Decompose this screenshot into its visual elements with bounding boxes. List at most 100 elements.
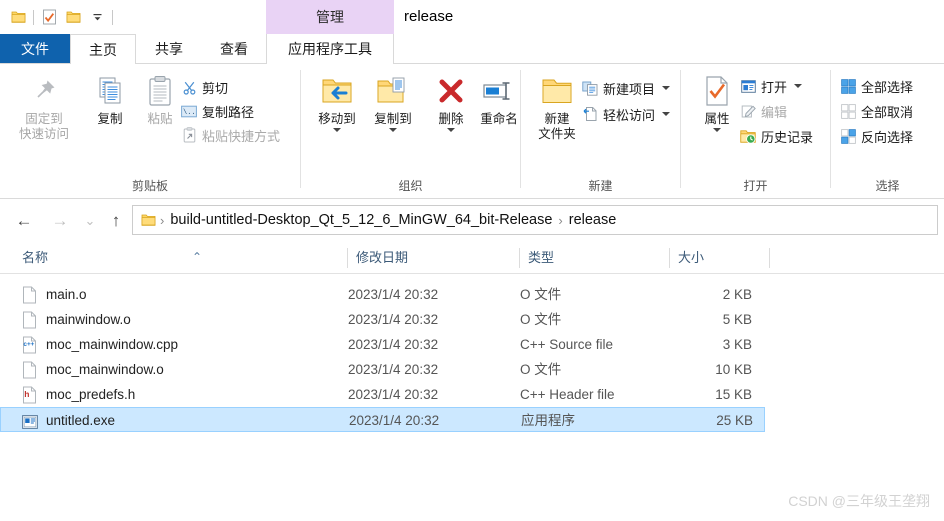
tab-share[interactable]: 共享 bbox=[136, 34, 202, 64]
tab-home[interactable]: 主页 bbox=[70, 34, 136, 65]
open-label: 打开 bbox=[761, 79, 788, 95]
file-date-cell: 2023/1/4 20:32 bbox=[349, 413, 440, 428]
paste-shortcut-button[interactable]: 粘贴快捷方式 bbox=[180, 124, 280, 146]
generic-file-icon bbox=[22, 361, 38, 379]
properties-chevron-down-icon[interactable] bbox=[713, 128, 721, 132]
pin-to-quick-access-button[interactable]: 固定到 快速访问 bbox=[12, 70, 76, 142]
pin-icon bbox=[12, 70, 76, 112]
pin-label-line1: 固定到 bbox=[25, 112, 63, 126]
select-none-label: 全部取消 bbox=[861, 104, 914, 120]
file-name-label: moc_predefs.h bbox=[46, 387, 136, 402]
scissors-icon bbox=[180, 78, 198, 96]
cut-button[interactable]: 剪切 bbox=[180, 76, 228, 98]
file-name-cell[interactable]: main.o bbox=[22, 282, 87, 307]
file-name-cell[interactable]: untitled.exe bbox=[22, 408, 115, 433]
quick-access-toolbar[interactable] bbox=[6, 0, 116, 34]
tab-app-tools[interactable]: 应用程序工具 bbox=[266, 34, 394, 65]
file-size-cell: 15 KB bbox=[715, 387, 752, 402]
properties-icon[interactable] bbox=[37, 5, 61, 29]
copy-to-chevron-down-icon[interactable] bbox=[389, 128, 397, 132]
new-item-icon bbox=[581, 79, 599, 97]
table-row[interactable]: c++ moc_mainwindow.cpp 2023/1/4 20:32 C+… bbox=[0, 332, 944, 357]
copy-path-icon: \.. bbox=[180, 102, 198, 120]
select-all-icon bbox=[839, 77, 857, 95]
delete-chevron-down-icon[interactable] bbox=[447, 128, 455, 132]
history-icon bbox=[739, 127, 757, 145]
column-header-size[interactable]: 大小 bbox=[670, 243, 770, 273]
move-to-chevron-down-icon[interactable] bbox=[333, 128, 341, 132]
qat-separator-2 bbox=[112, 9, 113, 25]
generic-file-icon bbox=[22, 286, 38, 304]
new-item-button[interactable]: 新建项目 bbox=[581, 77, 671, 99]
breadcrumb-item-1[interactable]: release bbox=[565, 212, 621, 228]
easy-access-button[interactable]: 轻松访问 bbox=[581, 103, 671, 125]
breadcrumb-folder-icon[interactable] bbox=[139, 213, 158, 227]
pin-label-line2: 快速访问 bbox=[18, 127, 69, 141]
folder-icon[interactable] bbox=[6, 5, 30, 29]
back-button[interactable]: ← bbox=[12, 209, 36, 233]
file-date-cell: 2023/1/4 20:32 bbox=[348, 337, 439, 352]
file-list: main.o 2023/1/4 20:32 O 文件 2 KB mainwind… bbox=[0, 282, 944, 432]
file-name-cell[interactable]: h moc_predefs.h bbox=[22, 382, 135, 407]
select-all-button[interactable]: 全部选择 bbox=[839, 75, 913, 97]
file-list-header: 名称 ⌃ 修改日期 类型 大小 bbox=[0, 243, 944, 274]
ribbon: 固定到 快速访问 复制 粘贴 剪切 \.. 复制路径 粘贴快捷方式 剪贴板 移动… bbox=[0, 64, 944, 199]
breadcrumb-item-0[interactable]: build-untitled-Desktop_Qt_5_12_6_MinGW_6… bbox=[166, 212, 556, 228]
tab-file[interactable]: 文件 bbox=[0, 34, 70, 64]
history-button[interactable]: 历史记录 bbox=[739, 125, 813, 147]
table-row[interactable]: mainwindow.o 2023/1/4 20:32 O 文件 5 KB bbox=[0, 307, 944, 332]
ribbon-group-new: 新建 文件夹 新建项目 轻松访问 新建 bbox=[521, 64, 680, 198]
table-row[interactable]: h moc_predefs.h 2023/1/4 20:32 C++ Heade… bbox=[0, 382, 944, 407]
paste-shortcut-label: 粘贴快捷方式 bbox=[202, 128, 281, 144]
file-type-cell: O 文件 bbox=[520, 287, 562, 302]
file-name-label: mainwindow.o bbox=[46, 312, 131, 327]
customize-icon[interactable] bbox=[85, 5, 109, 29]
history-label: 历史记录 bbox=[761, 129, 814, 145]
easy-access-chevron-down-icon[interactable] bbox=[662, 112, 671, 116]
open-chevron-down-icon[interactable] bbox=[794, 84, 803, 88]
ribbon-group-title-clipboard: 剪贴板 bbox=[131, 179, 168, 193]
ribbon-group-title-select: 选择 bbox=[875, 179, 900, 193]
file-date-cell: 2023/1/4 20:32 bbox=[348, 362, 439, 377]
ribbon-group-title-organize: 组织 bbox=[398, 179, 423, 193]
table-row[interactable]: main.o 2023/1/4 20:32 O 文件 2 KB bbox=[0, 282, 944, 307]
tab-view[interactable]: 查看 bbox=[202, 34, 266, 64]
column-divider-size[interactable] bbox=[769, 248, 770, 268]
new-folder-button[interactable]: 新建 文件夹 bbox=[525, 70, 589, 142]
file-name-cell[interactable]: moc_mainwindow.o bbox=[22, 357, 164, 382]
file-size-cell: 25 KB bbox=[716, 413, 753, 428]
column-header-name[interactable]: 名称 ⌃ bbox=[14, 243, 348, 273]
file-name-cell[interactable]: mainwindow.o bbox=[22, 307, 131, 332]
copy-to-button[interactable]: 复制到 bbox=[361, 70, 425, 132]
copy-path-button[interactable]: \.. 复制路径 bbox=[180, 100, 254, 122]
edit-button[interactable]: 编辑 bbox=[739, 100, 787, 122]
new-item-chevron-down-icon[interactable] bbox=[662, 86, 671, 90]
column-header-type[interactable]: 类型 bbox=[520, 243, 670, 273]
copy-path-label: 复制路径 bbox=[202, 104, 255, 120]
column-header-name-label: 名称 bbox=[22, 250, 49, 265]
ribbon-group-title-new: 新建 bbox=[588, 179, 613, 193]
select-none-icon bbox=[839, 102, 857, 120]
open-icon bbox=[739, 77, 757, 95]
table-row[interactable]: moc_mainwindow.o 2023/1/4 20:32 O 文件 10 … bbox=[0, 357, 944, 382]
open-button[interactable]: 打开 bbox=[739, 75, 803, 97]
file-name-label: main.o bbox=[46, 287, 87, 302]
breadcrumb-separator-0[interactable]: › bbox=[158, 213, 166, 228]
new-folder-icon[interactable] bbox=[61, 5, 85, 29]
table-row[interactable]: untitled.exe 2023/1/4 20:32 应用程序 25 KB bbox=[0, 407, 765, 432]
file-name-cell[interactable]: c++ moc_mainwindow.cpp bbox=[22, 332, 178, 357]
breadcrumb-separator-1[interactable]: › bbox=[556, 213, 564, 228]
file-type-cell: O 文件 bbox=[520, 312, 562, 327]
column-header-type-label: 类型 bbox=[528, 250, 555, 265]
invert-selection-button[interactable]: 反向选择 bbox=[839, 125, 913, 147]
select-none-button[interactable]: 全部取消 bbox=[839, 100, 913, 122]
breadcrumb[interactable]: › build-untitled-Desktop_Qt_5_12_6_MinGW… bbox=[132, 205, 938, 235]
file-type-cell: C++ Source file bbox=[520, 337, 614, 352]
recent-locations-button[interactable]: ⌄ bbox=[78, 209, 102, 233]
move-to-button[interactable]: 移动到 bbox=[305, 70, 369, 132]
up-button[interactable]: ↑ bbox=[104, 209, 128, 233]
cut-label: 剪切 bbox=[202, 80, 229, 96]
address-bar: ← → ⌄ ↑ › build-untitled-Desktop_Qt_5_12… bbox=[0, 199, 944, 243]
column-header-date[interactable]: 修改日期 bbox=[348, 243, 520, 273]
forward-button[interactable]: → bbox=[48, 209, 72, 233]
